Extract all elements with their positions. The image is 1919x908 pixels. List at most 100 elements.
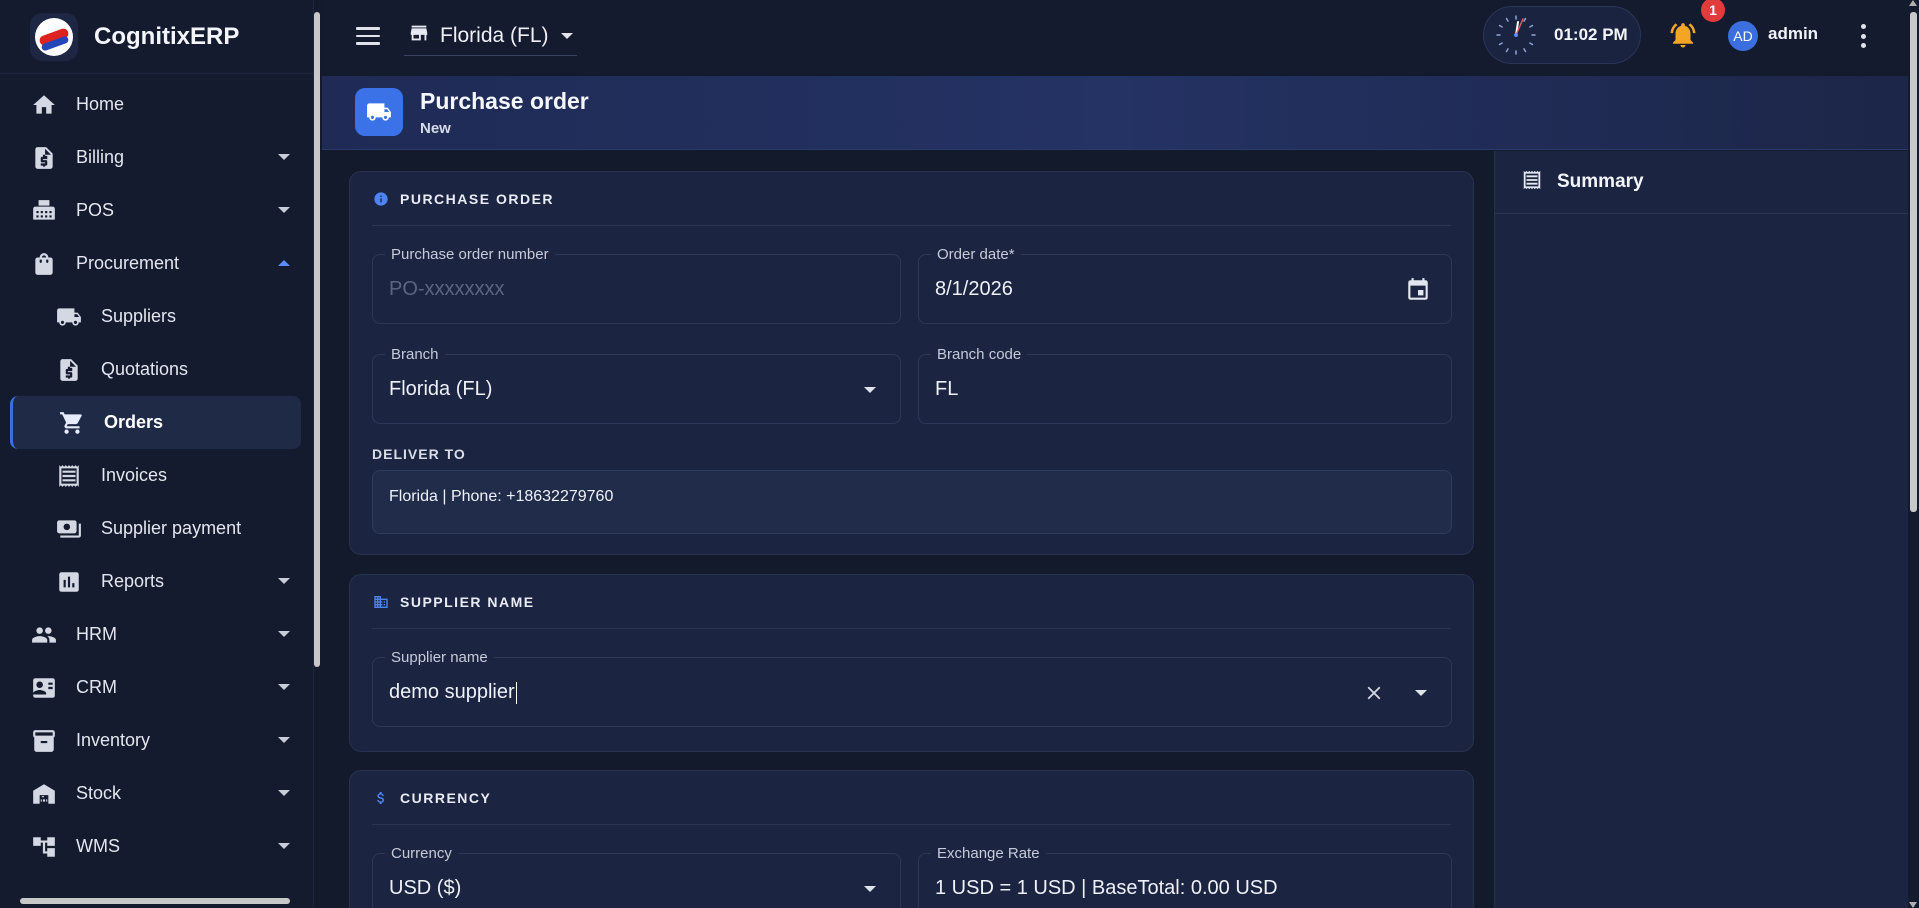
card-header: CURRENCY [372,771,1451,825]
sidebar-item-label: Suppliers [101,306,177,326]
po-number-field[interactable]: Purchase order number PO-xxxxxxxx [372,246,901,324]
order-date-field[interactable]: Order date* 8/1/2026 [918,246,1452,324]
currency-select[interactable]: USD ($) [389,877,461,900]
hierarchy-icon [30,833,58,861]
info-icon [372,190,390,208]
field-label: Branch code [931,346,1028,363]
clock-icon [1494,13,1538,57]
sidebar-item-label: HRM [76,624,117,644]
purchase-order-card: PURCHASE ORDER Purchase order number PO-… [349,171,1474,555]
branch-selector[interactable]: Florida (FL) [404,16,577,56]
branch-field[interactable]: Branch Florida (FL) [372,346,901,424]
sidebar-item-suppliers[interactable]: Suppliers [0,290,313,343]
chevron-down-icon [278,790,290,796]
chevron-down-icon[interactable] [1415,690,1427,696]
brand[interactable]: CognitixERP [0,0,313,74]
branch-code-field[interactable]: Branch code FL [918,346,1452,424]
more-vert-icon[interactable] [1859,24,1867,48]
menu-icon[interactable] [356,22,384,50]
page-title: Purchase order [420,88,589,114]
brand-name: CognitixERP [94,22,240,50]
sidebar-item-orders[interactable]: Orders [10,396,301,449]
calendar-icon[interactable] [1405,277,1431,303]
sidebar-item-home[interactable]: Home [0,78,313,131]
sidebar-item-label: Stock [76,783,122,803]
chevron-down-icon [278,207,290,213]
store-icon [408,22,430,49]
branch-code-input[interactable]: FL [935,378,958,401]
bag-icon [30,250,58,278]
sidebar-item-wms[interactable]: WMS [0,820,313,873]
sidebar-item-reports[interactable]: Reports [0,555,313,608]
sidebar-vertical-scrollbar[interactable] [312,0,322,908]
sidebar-item-supplier-payment[interactable]: Supplier payment [0,502,313,555]
currency-field[interactable]: Currency USD ($) [372,845,901,908]
receipt-icon [1521,169,1543,196]
deliver-to-label: DELIVER TO [372,446,466,462]
po-number-input[interactable]: PO-xxxxxxxx [389,278,505,301]
exchange-rate-value: 1 USD = 1 USD | BaseTotal: 0.00 USD [935,877,1278,899]
card-header: PURCHASE ORDER [372,172,1451,226]
pos-icon [30,197,58,225]
chevron-down-icon[interactable] [864,387,876,393]
field-label: Order date* [931,246,1021,263]
billing-icon [30,144,58,172]
field-label: Currency [385,845,458,862]
sidebar-item-label: Quotations [101,359,189,379]
supplier-name-field[interactable]: Supplier name demo supplier [372,649,1452,727]
sidebar-horizontal-scrollbar[interactable] [10,898,310,906]
chevron-down-icon [560,32,573,39]
building-icon [372,593,390,611]
archive-icon [30,727,58,755]
field-label: Exchange Rate [931,845,1046,862]
people-icon [30,621,58,649]
summary-panel: Summary [1494,151,1908,908]
sidebar-item-crm[interactable]: CRM [0,661,313,714]
deliver-to-box[interactable]: Florida | Phone: +18632279760 [372,470,1452,534]
sidebar-item-hrm[interactable]: HRM [0,608,313,661]
page-header: Purchase order New [322,76,1908,150]
page-vertical-scrollbar[interactable] [1908,0,1919,908]
payment-icon [55,515,83,543]
sidebar-item-inventory[interactable]: Inventory [0,714,313,767]
order-date-input[interactable]: 8/1/2026 [935,278,1013,301]
branch-select[interactable]: Florida (FL) [389,378,492,401]
sidebar-item-invoices[interactable]: Invoices [0,449,313,502]
exchange-rate-field[interactable]: Exchange Rate 1 USD = 1 USD | BaseTotal:… [918,845,1452,908]
warehouse-icon [30,780,58,808]
field-label: Purchase order number [385,246,555,263]
username[interactable]: admin [1768,24,1818,44]
sidebar-item-procurement[interactable]: Procurement [0,237,313,290]
notification-bell-icon[interactable] [1668,20,1698,50]
chevron-down-icon[interactable] [864,886,876,892]
sidebar-item-label: Invoices [101,465,168,485]
field-label: Supplier name [385,649,494,666]
sidebar-item-label: Billing [76,147,125,167]
cart-icon [58,409,86,437]
home-icon [30,91,58,119]
card-header: SUPPLIER NAME [372,575,1451,629]
sidebar-item-billing[interactable]: Billing [0,131,313,184]
chevron-down-icon [278,843,290,849]
card-title: PURCHASE ORDER [400,190,555,207]
sidebar-item-pos[interactable]: POS [0,184,313,237]
notification-count-badge: 1 [1701,0,1725,22]
sidebar-item-label: Supplier payment [101,518,242,538]
dollar-icon [372,789,390,807]
avatar[interactable]: AD [1728,21,1758,51]
chevron-down-icon [278,684,290,690]
topbar: Florida (FL) 01:02 PM 1 AD admin [322,0,1908,74]
truck-icon [55,303,83,331]
sidebar-item-label: POS [76,200,115,220]
clock-widget: 01:02 PM [1483,6,1641,64]
sidebar-item-label: WMS [76,836,120,856]
close-icon[interactable] [1363,682,1385,704]
branch-selector-label: Florida (FL) [440,23,549,47]
sidebar-item-stock[interactable]: Stock [0,767,313,820]
supplier-name-input[interactable]: demo supplier [389,681,517,704]
supplier-name-value: demo supplier [389,681,515,703]
sidebar-item-quotations[interactable]: Quotations [0,343,313,396]
chevron-down-icon [278,154,290,160]
summary-title: Summary [1557,171,1644,192]
chevron-down-icon [278,737,290,743]
